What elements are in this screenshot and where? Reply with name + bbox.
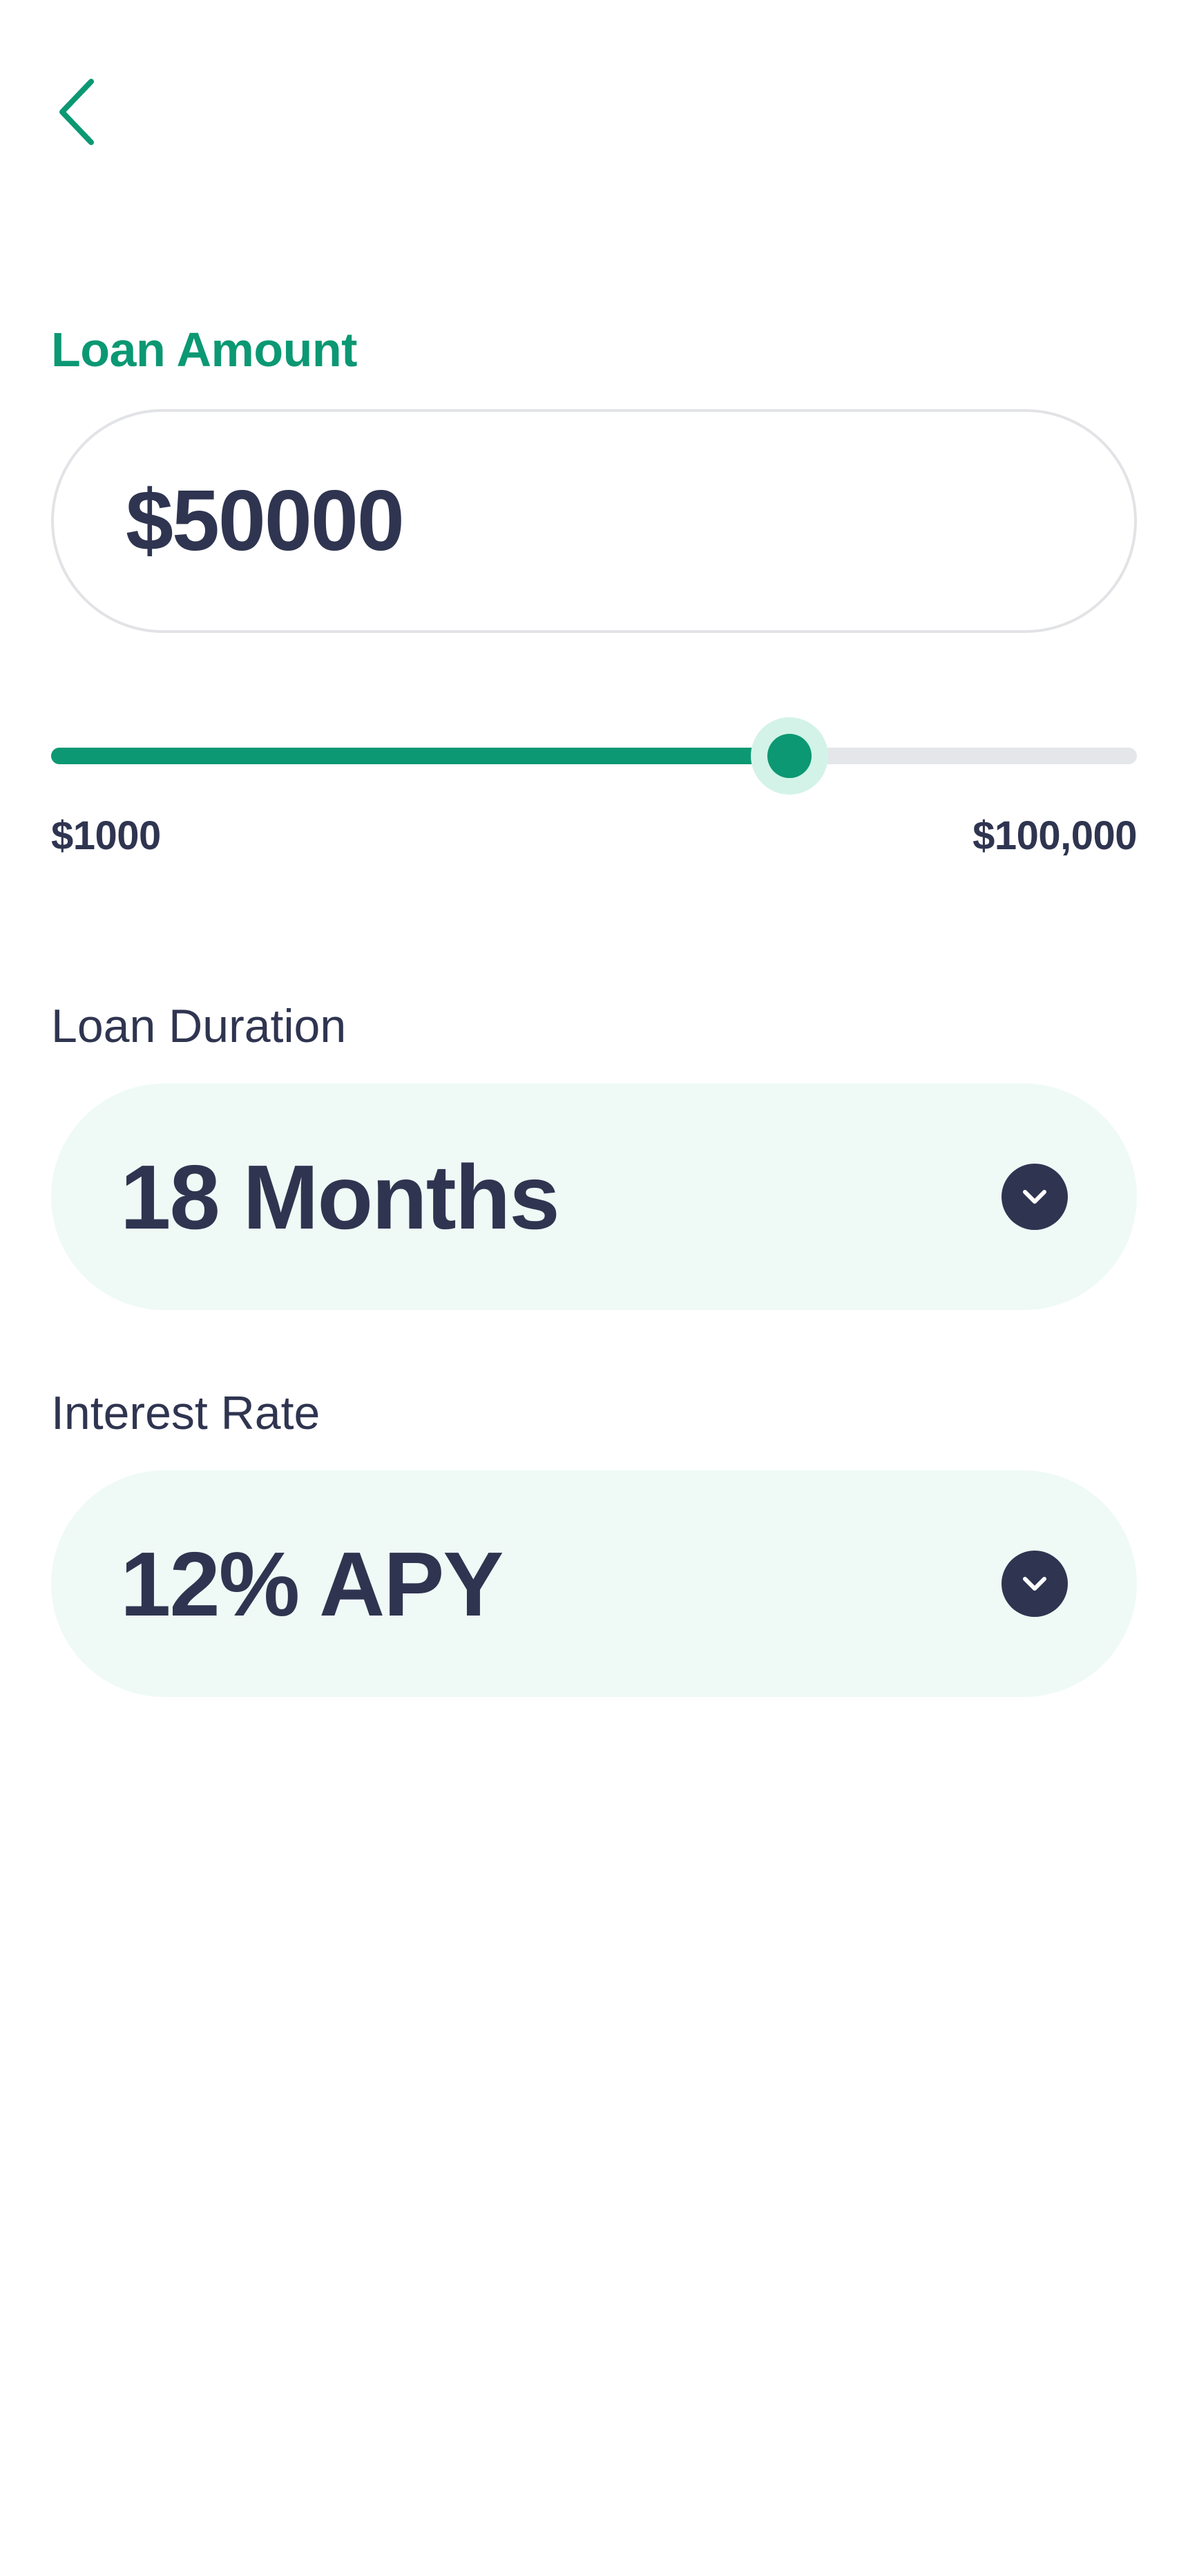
slider-thumb[interactable] — [767, 734, 812, 778]
slider-fill — [51, 748, 789, 764]
interest-rate-label: Interest Rate — [51, 1387, 320, 1439]
interest-rate-value: 12% APY — [120, 1533, 504, 1635]
loan-duration-select[interactable]: 18 Months — [51, 1083, 1137, 1310]
loan-amount-label: Loan Amount — [51, 323, 357, 377]
loan-duration-label: Loan Duration — [51, 1000, 347, 1052]
slider-min-label: $1000 — [51, 813, 161, 858]
loan-amount-slider[interactable] — [51, 714, 1137, 797]
loan-duration-value: 18 Months — [120, 1146, 560, 1248]
loan-amount-value: $50000 — [126, 473, 405, 569]
interest-rate-select[interactable]: 12% APY — [51, 1470, 1137, 1697]
chevron-left-icon — [57, 77, 98, 146]
chevron-down-icon — [1002, 1164, 1068, 1230]
loan-amount-input[interactable]: $50000 — [51, 409, 1137, 633]
slider-max-label: $100,000 — [973, 813, 1137, 858]
back-button[interactable] — [51, 73, 104, 151]
chevron-down-icon — [1002, 1551, 1068, 1617]
